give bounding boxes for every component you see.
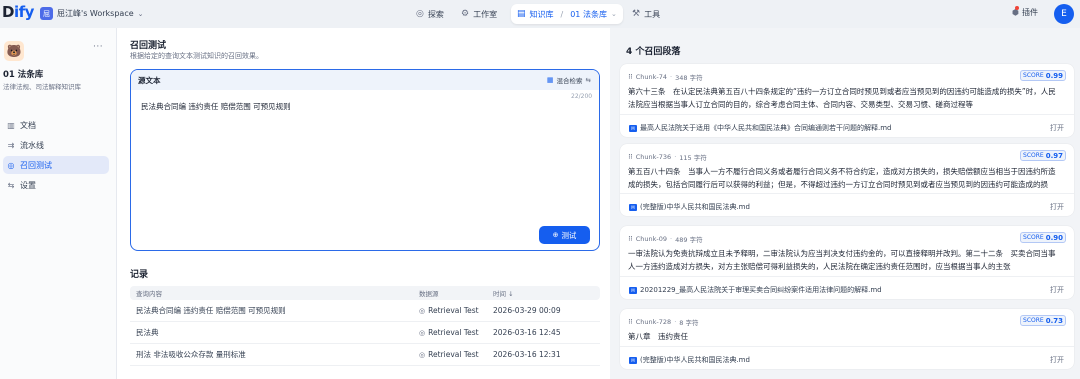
source-text-header: 源文本 ▦ 混合检索 ⇆	[131, 70, 599, 90]
kb-icon: 🐻	[4, 41, 24, 61]
score-badge: SCORE 0.99	[1020, 70, 1066, 81]
kb-name: 01 法条库	[3, 70, 44, 80]
results-title: 4 个召回段落	[626, 47, 681, 57]
sidebar-item-settings[interactable]: ⇆ 设置	[3, 176, 109, 194]
chunk-icon: ⠿	[628, 153, 633, 161]
score-badge: SCORE 0.73	[1020, 315, 1066, 326]
hammer-icon: ⚒	[632, 9, 641, 19]
chevron-down-icon: ⌄	[137, 9, 144, 18]
result-card[interactable]: ⠿ Chunk-74 · 348 字符 SCORE 0.99 第六十三条 在认定民法典第…	[620, 64, 1074, 137]
table-row[interactable]: 刑法 非法吸收公众存款 量刑标准 ◎ Retrieval Test 2026-03…	[130, 344, 600, 366]
markdown-file-icon: M	[629, 286, 637, 294]
table-row[interactable]: 民法典 ◎ Retrieval Test 2026-03-16 12:45	[130, 322, 600, 344]
compass-icon: ◎	[416, 9, 424, 19]
target-icon: ◎	[7, 160, 15, 170]
markdown-file-icon: M	[629, 124, 637, 132]
chunk-text: 第六十三条 在认定民法典第五百八十四条规定的“违约一方订立合同时预见到或者应当预…	[628, 87, 1056, 109]
score-badge: SCORE 0.90	[1020, 232, 1066, 243]
current-kb-selector[interactable]: 01 法条库	[570, 9, 607, 20]
nav-knowledge[interactable]: ▤ 知识库 / 01 法条库 ⌄	[511, 4, 623, 24]
query-textarea[interactable]: 民法典合同编 违约责任 赔偿范围 可预见规则	[141, 101, 291, 112]
book-icon: ▤	[517, 9, 526, 19]
workspace-avatar: 屈	[40, 7, 53, 20]
sidebar-item-pipeline[interactable]: ⇉ 流水线	[3, 136, 109, 154]
result-card[interactable]: ⠿ Chunk-736 · 115 字符 SCORE 0.97 第五百八十四条 当事人一…	[620, 144, 1074, 216]
source-file: M (完整版)中华人民共和国民法典.md	[629, 202, 750, 212]
sidebar-menu: ▥ 文档 ⇉ 流水线 ◎ 召回测试 ⇆ 设置	[3, 116, 109, 196]
nav-explore[interactable]: ◎ 探索	[410, 4, 450, 24]
document-icon: ▥	[7, 120, 15, 130]
chevron-down-icon: ⌄	[610, 10, 617, 18]
sort-down-icon: ↓	[508, 290, 514, 298]
open-button[interactable]: 打开	[1050, 123, 1064, 133]
top-bar: Dify 屈 屈江峰's Workspace ⌄ ◎ 探索 ⚙ 工作室 ▤ 知识…	[0, 0, 1080, 28]
more-icon[interactable]: ···	[93, 42, 103, 52]
dify-logo[interactable]: Dify	[2, 3, 34, 21]
header-query: 查询内容	[136, 290, 162, 298]
nav-tools[interactable]: ⚒ 工具	[626, 4, 666, 24]
chunk-icon: ⠿	[628, 73, 633, 81]
source-file: M 最高人民法院关于适用《中华人民共和国民法典》合同编通则若干问题的解释.md	[629, 123, 892, 133]
retrieval-icon: ◎	[419, 328, 426, 337]
notification-dot	[1015, 6, 1019, 10]
markdown-file-icon: M	[629, 356, 637, 364]
result-card[interactable]: ⠿ Chunk-09 · 489 字符 SCORE 0.90 一审法院认为免责抗辩成立且…	[620, 226, 1074, 299]
source-text-label: 源文本	[138, 75, 161, 85]
retrieval-panel: 召回测试 根据给定的查询文本测试知识的召回效果。 源文本 ▦ 混合检索 ⇆ 22…	[117, 28, 610, 379]
sidebar-item-documents[interactable]: ▥ 文档	[3, 116, 109, 134]
results-panel: 4 个召回段落 ⠿ Chunk-74 · 348 字符 SCORE 0.99 第六十三条…	[612, 28, 1080, 379]
chunk-text: 一审法院认为免责抗辩成立且未予释明，二审法院认为应当判决支付违约金的，可以直接释…	[628, 249, 1056, 271]
records-title: 记录	[130, 270, 149, 280]
retrieval-mode-button[interactable]: ▦ 混合检索 ⇆	[547, 75, 591, 85]
plugin-icon: ⬢	[1012, 6, 1019, 17]
retrieval-icon: ◎	[419, 306, 426, 315]
workspace-switcher[interactable]: 屈 屈江峰's Workspace ⌄	[40, 7, 144, 20]
studio-icon: ⚙	[461, 9, 470, 19]
plugins-button[interactable]: ⬢ 插件	[1012, 6, 1038, 18]
markdown-file-icon: M	[629, 203, 637, 211]
header-time[interactable]: 时间 ↓	[491, 288, 591, 298]
settings-icon: ⇆	[7, 180, 15, 190]
page-subtitle: 根据给定的查询文本测试知识的召回效果。	[130, 52, 263, 60]
test-button[interactable]: ⊕ 测试	[539, 226, 590, 244]
chunk-icon: ⠿	[628, 318, 633, 326]
chunk-text: 第五百八十四条 当事人一方不履行合同义务或者履行合同义务不符合约定，造成对方损失…	[628, 167, 1056, 189]
pipeline-icon: ⇉	[7, 140, 15, 150]
sidebar: 🐻 ··· 01 法条库 法律法规、司法解释知识库 ▥ 文档 ⇉ 流水线 ◎ 召…	[0, 28, 117, 379]
table-row[interactable]: 民法典合同编 违约责任 赔偿范围 可预见规则 ◎ Retrieval Test 2…	[130, 300, 600, 322]
open-button[interactable]: 打开	[1050, 285, 1064, 295]
source-text-box: 源文本 ▦ 混合检索 ⇆ 22/200 民法典合同编 违约责任 赔偿范围 可预见…	[130, 69, 600, 251]
chunk-icon: ⠿	[628, 235, 633, 243]
source-file: M (完整版)中华人民共和国民法典.md	[629, 355, 750, 365]
grid-icon: ▦	[546, 76, 554, 84]
records-header: 查询内容 数据源 时间 ↓	[130, 286, 600, 300]
char-counter: 22/200	[571, 93, 593, 100]
retrieval-icon: ◎	[419, 350, 426, 359]
sidebar-item-retrieval-test[interactable]: ◎ 召回测试	[3, 156, 109, 174]
open-button[interactable]: 打开	[1050, 355, 1064, 365]
play-icon: ⊕	[552, 231, 559, 239]
score-badge: SCORE 0.97	[1020, 150, 1066, 161]
open-button[interactable]: 打开	[1050, 202, 1064, 212]
page-title: 召回测试	[130, 41, 167, 51]
nav-studio[interactable]: ⚙ 工作室	[455, 4, 503, 24]
workspace-name: 屈江峰's Workspace	[57, 9, 134, 18]
result-card[interactable]: ⠿ Chunk-728 · 8 字符 SCORE 0.73 第八章 违约责任 M (完整版…	[620, 309, 1074, 369]
records-table: 查询内容 数据源 时间 ↓ 民法典合同编 违约责任 赔偿范围 可预见规则 ◎ Re…	[130, 286, 600, 366]
chunk-text: 第八章 违约责任	[628, 332, 688, 341]
header-source: 数据源	[419, 290, 439, 298]
user-avatar[interactable]: E	[1054, 4, 1074, 24]
kb-description: 法律法规、司法解释知识库	[3, 83, 81, 91]
swap-icon: ⇆	[585, 76, 591, 84]
source-file: M 20201229_最高人民法院关于审理买卖合同纠纷案件适用法律问题的解释.md	[629, 285, 882, 295]
